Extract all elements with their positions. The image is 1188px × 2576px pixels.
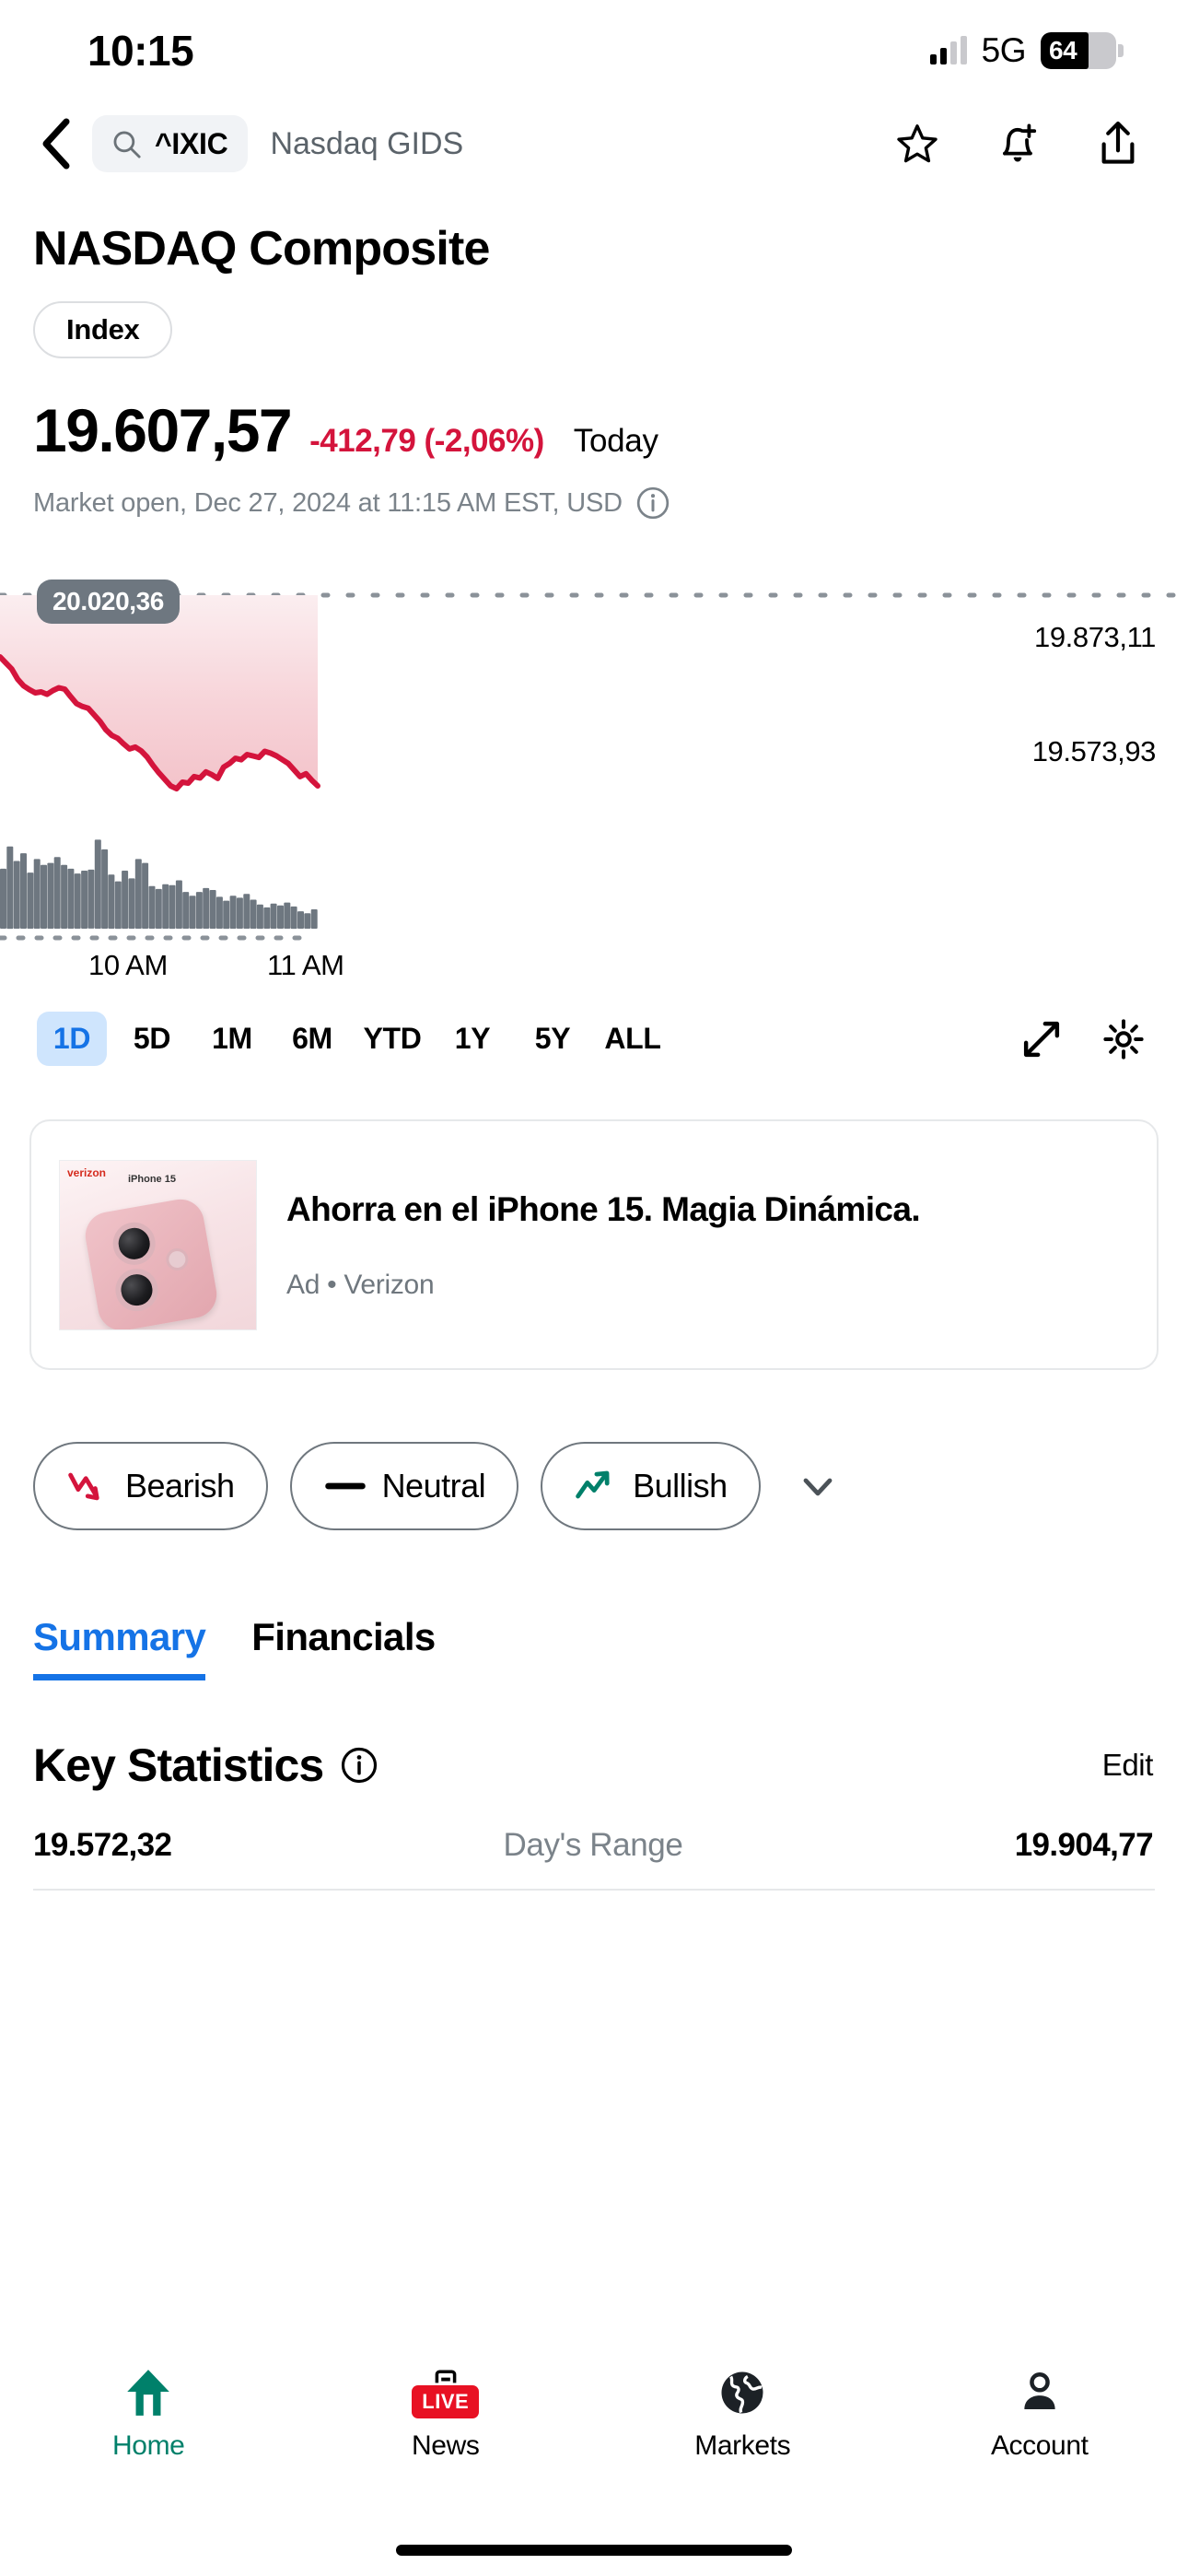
nav-tab-news[interactable]: LIVE News (297, 2364, 595, 2462)
network-type-label: 5G (981, 31, 1027, 69)
search-input[interactable]: ^IXIC (92, 115, 249, 172)
range-5d[interactable]: 5D (117, 1012, 187, 1066)
nav-tab-home-label: Home (112, 2430, 185, 2461)
asset-type-badge: Index (33, 301, 173, 358)
ad-thumb-caption: iPhone 15 (128, 1173, 176, 1185)
cellular-signal-icon (929, 36, 967, 64)
nav-tab-home[interactable]: Home (0, 2364, 297, 2462)
reference-price-badge: 20.020,36 (37, 580, 180, 624)
market-status-line: Market open, Dec 27, 2024 at 11:15 AM ES… (0, 465, 1188, 521)
sentiment-bearish-label: Bearish (125, 1467, 235, 1505)
days-range-high: 19.904,77 (1014, 1827, 1154, 1863)
globe-icon (717, 2364, 767, 2421)
trend-up-icon (576, 1470, 610, 1499)
chevron-down-icon[interactable] (796, 1464, 840, 1508)
current-price: 19.607,57 (33, 396, 293, 464)
page-title: NASDAQ Composite (33, 222, 490, 275)
tab-summary[interactable]: Summary (33, 1615, 206, 1680)
advertisement-card[interactable]: verizon iPhone 15 Ahorra en el iPhone 15… (29, 1119, 1159, 1370)
tab-financials[interactable]: Financials (251, 1615, 436, 1674)
nav-tab-account[interactable]: Account (891, 2364, 1188, 2462)
nav-tab-markets-label: Markets (694, 2430, 791, 2461)
ad-brand-mark: verizon (67, 1165, 107, 1179)
range-1m[interactable]: 1M (197, 1012, 267, 1066)
share-button[interactable] (1094, 120, 1142, 168)
range-all[interactable]: ALL (598, 1012, 668, 1066)
market-status-text: Market open, Dec 27, 2024 at 11:15 AM ES… (33, 487, 623, 518)
key-statistics-title: Key Statistics (33, 1739, 324, 1791)
sentiment-bullish-button[interactable]: Bullish (541, 1442, 761, 1530)
range-1d[interactable]: 1D (37, 1012, 107, 1066)
price-chart[interactable]: 20.020,36 19.873,11 19.573,93 10 AM 11 A… (0, 580, 1188, 981)
dash-icon (324, 1482, 366, 1490)
favorite-star-button[interactable] (893, 120, 941, 168)
axis-label-high: 19.873,11 (1033, 621, 1156, 653)
expand-icon[interactable] (1020, 1018, 1063, 1060)
ad-thumbnail-image: verizon iPhone 15 (59, 1159, 257, 1330)
chart-range-selector: 1D 5D 1M 6M YTD 1Y 5Y ALL (0, 967, 1188, 1066)
price-change: -412,79 (-2,06%) (309, 423, 544, 459)
ad-attribution: Ad • Verizon (286, 1270, 435, 1301)
volume-bars (0, 839, 318, 930)
table-row: 19.572,32 Day's Range 19.904,77 (0, 1792, 1188, 1864)
status-time: 10:15 (87, 27, 194, 75)
days-range-low: 19.572,32 (33, 1827, 172, 1863)
home-arrow-icon (123, 2364, 173, 2421)
range-1y[interactable]: 1Y (437, 1012, 507, 1066)
key-statistics-header: Key Statistics Edit (0, 1680, 1188, 1792)
battery-icon: 64 (1041, 32, 1116, 69)
battery-percent-label: 64 (1049, 36, 1077, 64)
trend-down-icon (68, 1472, 99, 1501)
news-live-icon: LIVE (412, 2364, 480, 2421)
divider (33, 1889, 1155, 1891)
home-indicator (396, 2545, 792, 2556)
sentiment-bearish-button[interactable]: Bearish (33, 1442, 268, 1530)
chart-canvas (0, 592, 1188, 941)
live-badge: LIVE (412, 2385, 480, 2418)
person-icon (1015, 2364, 1065, 2421)
navigation-bar: ^IXIC Nasdaq GIDS (0, 101, 1188, 186)
search-company-name: Nasdaq GIDS (270, 125, 464, 161)
axis-label-low: 19.573,93 (1031, 735, 1157, 767)
nav-tab-news-label: News (412, 2430, 480, 2461)
bottom-navigation-bar: Home LIVE News Markets Account (0, 2344, 1188, 2576)
range-ytd[interactable]: YTD (357, 1012, 427, 1066)
edit-statistics-button[interactable]: Edit (1102, 1748, 1154, 1783)
info-icon[interactable] (340, 1746, 379, 1785)
range-5y[interactable]: 5Y (518, 1012, 588, 1066)
days-range-label: Day's Range (503, 1827, 683, 1863)
time-tick-0: 10 AM (88, 949, 168, 981)
add-alert-button[interactable] (994, 120, 1042, 168)
content-tabs: Summary Financials (0, 1530, 1188, 1680)
nav-tab-account-label: Account (990, 2430, 1089, 2461)
status-bar: 10:15 5G 64 (0, 0, 1188, 101)
info-icon[interactable] (635, 486, 670, 521)
search-symbol: ^IXIC (155, 126, 228, 160)
search-icon (113, 131, 141, 158)
sentiment-neutral-label: Neutral (381, 1467, 486, 1505)
range-6m[interactable]: 6M (277, 1012, 347, 1066)
sentiment-selector: Bearish Neutral Bullish (0, 1370, 1188, 1530)
nav-tab-markets[interactable]: Markets (594, 2364, 891, 2462)
price-summary: 19.607,57 -412,79 (-2,06%) Today (0, 358, 1188, 465)
settings-gear-icon[interactable] (1101, 1017, 1146, 1061)
sentiment-bullish-label: Bullish (633, 1467, 728, 1505)
back-button[interactable] (28, 118, 83, 170)
ad-headline: Ahorra en el iPhone 15. Magia Dinámica. (286, 1189, 921, 1228)
time-tick-1: 11 AM (267, 949, 344, 981)
price-change-period: Today (573, 423, 658, 459)
sentiment-neutral-button[interactable]: Neutral (289, 1442, 519, 1530)
